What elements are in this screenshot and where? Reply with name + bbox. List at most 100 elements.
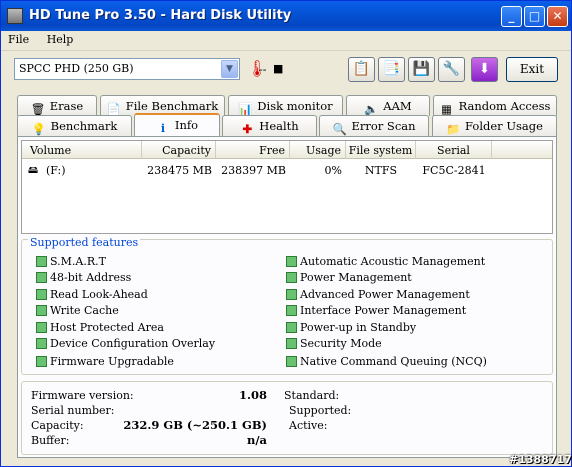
feature-check-icon xyxy=(286,322,297,333)
capacity-label: Capacity: xyxy=(31,419,84,432)
feature-power-management: Power Management xyxy=(286,271,412,284)
column-header-spacer xyxy=(492,141,552,159)
app-window: HD Tune Pro 3.50 - Hard Disk Utility _ □… xyxy=(0,0,572,467)
capacity-cell: 238475 MB xyxy=(147,164,212,177)
drive-select[interactable]: SPCC PHD (250 GB) ▼ xyxy=(14,58,240,80)
close-button[interactable]: ✕ xyxy=(547,6,568,27)
minimize-button[interactable]: _ xyxy=(501,6,522,27)
feature-check-icon xyxy=(286,338,297,349)
random-access-icon: ▦ xyxy=(441,102,453,116)
supported-features-group: Supported features S.M.A.R.T 48-bit Addr… xyxy=(21,236,553,375)
drive-select-value: SPCC PHD (250 GB) xyxy=(19,62,134,75)
feature-dco: Device Configuration Overlay xyxy=(36,337,215,350)
volume-cell: (F:) xyxy=(46,164,66,177)
temperature-value: -- xyxy=(259,63,267,76)
feature-check-icon xyxy=(286,272,297,283)
serial-label: Serial number: xyxy=(31,404,115,417)
disk-monitor-icon: 📊 xyxy=(238,102,253,116)
active-label: Active: xyxy=(289,419,328,432)
feature-ncq: Native Command Queuing (NCQ) xyxy=(286,355,487,368)
feature-check-icon xyxy=(286,356,297,367)
tab-folder-usage[interactable]: 📁 Folder Usage xyxy=(432,115,557,136)
copy-screenshot-button[interactable]: 📑 xyxy=(378,57,405,82)
health-cross-icon: ✚ xyxy=(242,122,253,136)
folder-icon: 📁 xyxy=(446,122,461,136)
feature-apm: Advanced Power Management xyxy=(286,288,470,301)
temperature-unit-icon: ■ xyxy=(273,62,284,75)
feature-check-icon xyxy=(36,356,47,367)
drive-icon: 🖴 xyxy=(28,165,39,176)
tab-erase[interactable]: 🗑 Erase xyxy=(17,95,97,116)
menu-help[interactable]: Help xyxy=(40,31,81,48)
speaker-icon: 🔈 xyxy=(364,102,379,116)
serial-cell: FC5C-2841 xyxy=(422,164,486,177)
feature-check-icon xyxy=(36,289,47,300)
feature-check-icon xyxy=(36,256,47,267)
buffer-value: n/a xyxy=(246,433,267,447)
tab-aam[interactable]: 🔈 AAM xyxy=(346,95,430,116)
info-panel: Volume Capacity Free Usage File system S… xyxy=(17,136,557,458)
column-header-serial[interactable]: Serial xyxy=(416,141,492,159)
standard-label: Standard: xyxy=(284,389,340,402)
toolbar: SPCC PHD (250 GB) ▼ 🌡 -- ■ 📋 📑 💾 🔧 ⬇ Exi… xyxy=(1,52,571,92)
capacity-value: 232.9 GB (~250.1 GB) xyxy=(123,418,267,432)
column-header-usage[interactable]: Usage xyxy=(290,141,346,159)
trash-icon: 🗑 xyxy=(30,102,46,116)
feature-check-icon xyxy=(36,322,47,333)
file-system-cell: NTFS xyxy=(364,164,398,177)
feature-read-look-ahead: Read Look-Ahead xyxy=(36,288,148,301)
watermark: #1388717 xyxy=(509,453,572,466)
column-header-free[interactable]: Free xyxy=(216,141,290,159)
tab-error-scan[interactable]: 🔍 Error Scan xyxy=(319,115,429,136)
thermometer-icon: 🌡 xyxy=(247,59,268,78)
exit-button[interactable]: Exit xyxy=(506,57,558,82)
title-bar[interactable]: HD Tune Pro 3.50 - Hard Disk Utility _ □… xyxy=(1,1,571,31)
tab-benchmark[interactable]: 💡 Benchmark xyxy=(17,115,132,136)
menu-bar: File Help xyxy=(1,31,571,51)
feature-48bit: 48-bit Address xyxy=(36,271,131,284)
free-cell: 238397 MB xyxy=(221,164,286,177)
firmware-value: 1.08 xyxy=(238,388,267,402)
drive-info-group: Firmware version: 1.08 Serial number: Ca… xyxy=(21,381,553,455)
tab-random-access[interactable]: ▦ Random Access xyxy=(433,95,557,116)
usage-cell: 0% xyxy=(324,164,342,177)
supported-label: Supported: xyxy=(289,404,352,417)
feature-check-icon xyxy=(36,338,47,349)
app-icon xyxy=(7,8,23,24)
maximize-button[interactable]: □ xyxy=(524,6,545,27)
file-benchmark-icon: 📄 xyxy=(106,102,122,116)
feature-check-icon xyxy=(286,289,297,300)
feature-power-up-standby: Power-up in Standby xyxy=(286,321,416,334)
volume-table[interactable]: Volume Capacity Free Usage File system S… xyxy=(21,140,553,234)
info-icon: i xyxy=(160,121,166,135)
feature-write-cache: Write Cache xyxy=(36,304,119,317)
feature-firmware-upgradable: Firmware Upgradable xyxy=(36,355,174,368)
tab-health[interactable]: ✚ Health xyxy=(222,115,317,136)
buffer-label: Buffer: xyxy=(31,434,70,447)
magnifier-icon: 🔍 xyxy=(332,122,347,136)
column-header-volume[interactable]: Volume xyxy=(22,141,142,159)
save-icon[interactable]: 💾 xyxy=(408,57,435,82)
copy-info-button[interactable]: 📋 xyxy=(348,57,375,82)
feature-ipm: Interface Power Management xyxy=(286,304,466,317)
window-title: HD Tune Pro 3.50 - Hard Disk Utility xyxy=(29,8,292,23)
feature-check-icon xyxy=(36,272,47,283)
firmware-label: Firmware version: xyxy=(31,389,134,402)
feature-security-mode: Security Mode xyxy=(286,337,382,350)
lightbulb-icon: 💡 xyxy=(31,122,46,136)
options-icon[interactable]: 🔧 xyxy=(438,57,465,82)
tab-info[interactable]: i Info xyxy=(134,113,220,136)
tab-disk-monitor[interactable]: 📊 Disk monitor xyxy=(228,95,343,116)
supported-features-title: Supported features xyxy=(28,236,141,249)
menu-file[interactable]: File xyxy=(1,31,36,48)
column-header-file-system[interactable]: File system xyxy=(346,141,416,159)
feature-aam: Automatic Acoustic Management xyxy=(286,255,485,268)
feature-check-icon xyxy=(286,256,297,267)
column-header-capacity[interactable]: Capacity xyxy=(142,141,216,159)
feature-hpa: Host Protected Area xyxy=(36,321,164,334)
download-icon[interactable]: ⬇ xyxy=(471,57,498,82)
chevron-down-icon[interactable]: ▼ xyxy=(221,60,238,78)
feature-smart: S.M.A.R.T xyxy=(36,255,106,268)
feature-check-icon xyxy=(36,305,47,316)
feature-check-icon xyxy=(286,305,297,316)
